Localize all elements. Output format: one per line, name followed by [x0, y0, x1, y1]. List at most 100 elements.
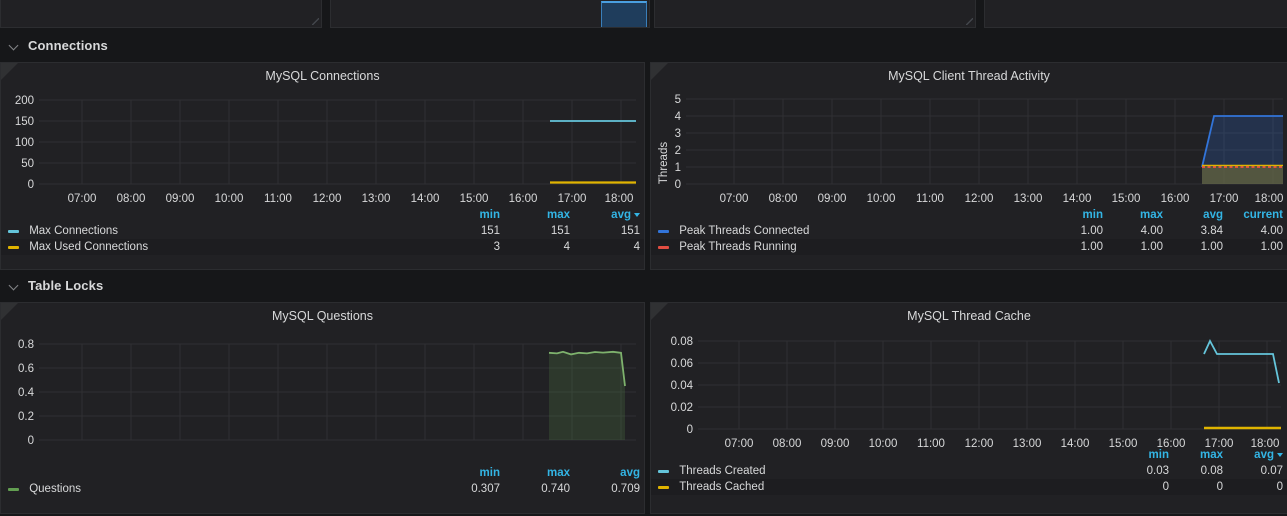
- partial-panel-2[interactable]: [330, 0, 650, 28]
- svg-text:18:00: 18:00: [1251, 438, 1280, 447]
- row-header-connections[interactable]: Connections: [0, 32, 1287, 58]
- legend-value-max: 1.00: [1107, 239, 1167, 256]
- series-label[interactable]: Threads Cached: [679, 481, 764, 493]
- legend-series-cell: Max Connections: [1, 223, 434, 239]
- panel-resize-handle[interactable]: [966, 18, 973, 25]
- legend-value-avg: 0.07: [1260, 465, 1283, 478]
- series-color-swatch[interactable]: [658, 469, 669, 473]
- svg-text:100: 100: [15, 137, 34, 149]
- svg-text:1: 1: [675, 162, 681, 174]
- legend-value-max: 4: [504, 239, 574, 256]
- svg-text:07:00: 07:00: [720, 193, 749, 205]
- svg-text:0.06: 0.06: [671, 358, 693, 370]
- legend-row[interactable]: Questions 0.307 0.740 0.709: [1, 481, 644, 497]
- series-color-swatch[interactable]: [8, 487, 19, 491]
- legend-value-avg: 4: [574, 239, 644, 256]
- panel-title: MySQL Questions: [272, 309, 373, 323]
- panel-mysql-questions[interactable]: i MySQL Questions 0 0.2 0.4 0.6 0.8: [0, 302, 645, 514]
- legend-series-header: [1, 466, 434, 481]
- svg-text:11:00: 11:00: [916, 193, 944, 205]
- legend-row[interactable]: Max Used Connections 3 4 4: [1, 239, 644, 256]
- svg-text:14:00: 14:00: [1063, 193, 1092, 205]
- legend-header-avg[interactable]: avg: [574, 466, 644, 481]
- legend-series-cell: Peak Threads Connected: [651, 223, 1047, 239]
- chart-mysql-client-thread-activity: Threads 0 1 2 3 4 5 07:00 08:00 09:00 10…: [651, 85, 1287, 207]
- blue-area-graph: [601, 1, 647, 27]
- legend-header-avg[interactable]: avg: [574, 208, 644, 223]
- panel-mysql-thread-cache[interactable]: i MySQL Thread Cache 0 0.02 0.04 0.06 0.…: [650, 302, 1287, 514]
- series-color-swatch[interactable]: [658, 229, 669, 233]
- series-color-swatch[interactable]: [8, 229, 19, 233]
- legend-header-min[interactable]: min: [1119, 448, 1173, 463]
- svg-text:0.4: 0.4: [18, 387, 35, 399]
- legend-row[interactable]: Peak Threads Connected 1.00 4.00 3.84 4.…: [651, 223, 1287, 239]
- svg-text:150: 150: [15, 116, 34, 128]
- legend-value-max: 0.740: [541, 483, 570, 496]
- legend-value-min: 3: [434, 239, 504, 256]
- series-color-swatch[interactable]: [8, 245, 19, 249]
- legend-header-max[interactable]: max: [504, 466, 574, 481]
- svg-text:0: 0: [675, 179, 681, 191]
- svg-text:17:00: 17:00: [1210, 193, 1239, 205]
- legend-header-max[interactable]: max: [1107, 208, 1167, 223]
- svg-text:5: 5: [675, 94, 681, 106]
- sort-desc-icon: [1277, 452, 1283, 457]
- series-label[interactable]: Peak Threads Running: [679, 241, 796, 253]
- svg-text:10:00: 10:00: [215, 193, 244, 205]
- info-icon[interactable]: i: [1, 303, 18, 320]
- svg-text:07:00: 07:00: [725, 438, 754, 447]
- info-icon[interactable]: i: [651, 303, 668, 320]
- svg-text:3: 3: [675, 128, 681, 140]
- svg-text:10:00: 10:00: [869, 438, 898, 447]
- legend-header-avg[interactable]: avg: [1227, 448, 1287, 463]
- svg-text:09:00: 09:00: [818, 193, 847, 205]
- legend-value-avg: 151: [620, 225, 640, 238]
- row-header-table-locks[interactable]: Table Locks: [0, 272, 1287, 298]
- legend-header-current[interactable]: current: [1227, 208, 1287, 223]
- svg-text:15:00: 15:00: [1112, 193, 1141, 205]
- legend-row[interactable]: Max Connections 151 151 151: [1, 223, 644, 239]
- series-label[interactable]: Threads Created: [679, 465, 765, 477]
- legend-row[interactable]: Threads Cached 0 0 0: [651, 479, 1287, 496]
- legend-series-header: [651, 208, 1047, 223]
- legend-header-max[interactable]: max: [504, 208, 574, 223]
- partial-panel-4[interactable]: [984, 0, 1287, 28]
- chart-mysql-thread-cache: 0 0.02 0.04 0.06 0.08 07:00 08:00 09:00 …: [651, 325, 1287, 447]
- partial-panel-1[interactable]: [0, 0, 322, 28]
- legend-value-current: 4.00: [1260, 225, 1283, 238]
- legend-series-header: [1, 208, 434, 223]
- legend-header-avg-label: avg: [1254, 449, 1274, 461]
- legend-series-cell: Max Used Connections: [1, 239, 434, 256]
- legend-header-avg[interactable]: avg: [1167, 208, 1227, 223]
- panel-mysql-client-thread-activity[interactable]: i MySQL Client Thread Activity Threads 0…: [650, 62, 1287, 270]
- sort-desc-icon: [634, 212, 640, 217]
- legend-value-min: 1.00: [1047, 239, 1107, 256]
- svg-text:17:00: 17:00: [1205, 438, 1234, 447]
- svg-text:12:00: 12:00: [965, 438, 994, 447]
- series-label[interactable]: Max Connections: [29, 225, 118, 237]
- legend-series-cell: Questions: [1, 481, 434, 497]
- svg-text:16:00: 16:00: [1161, 193, 1190, 205]
- series-color-swatch[interactable]: [658, 485, 669, 489]
- legend-row[interactable]: Threads Created 0.03 0.08 0.07: [651, 463, 1287, 479]
- legend-header-min[interactable]: min: [1047, 208, 1107, 223]
- legend-mysql-questions: min max avg Questions 0.307 0.740 0.709: [1, 466, 644, 497]
- legend-mysql-thread-cache: min max avg Threads Created 0.03 0.08 0.…: [651, 448, 1287, 496]
- info-icon[interactable]: i: [651, 63, 668, 80]
- series-label[interactable]: Peak Threads Connected: [679, 225, 809, 237]
- legend-header-min[interactable]: min: [434, 466, 504, 481]
- legend-header-min[interactable]: min: [434, 208, 504, 223]
- info-icon[interactable]: i: [1, 63, 18, 80]
- series-label[interactable]: Questions: [29, 483, 81, 495]
- legend-header-avg-label: avg: [611, 209, 631, 221]
- panel-mysql-connections[interactable]: i MySQL Connections 0 50 100 150 200: [0, 62, 645, 270]
- legend-row[interactable]: Peak Threads Running 1.00 1.00 1.00 1.00: [651, 239, 1287, 256]
- series-label[interactable]: Max Used Connections: [29, 241, 148, 253]
- panel-resize-handle[interactable]: [312, 18, 319, 25]
- svg-text:0.8: 0.8: [18, 339, 34, 351]
- svg-text:11:00: 11:00: [264, 193, 292, 205]
- series-color-swatch[interactable]: [658, 245, 669, 249]
- legend-header-max[interactable]: max: [1173, 448, 1227, 463]
- svg-text:0: 0: [28, 179, 34, 191]
- partial-panel-3[interactable]: [654, 0, 976, 28]
